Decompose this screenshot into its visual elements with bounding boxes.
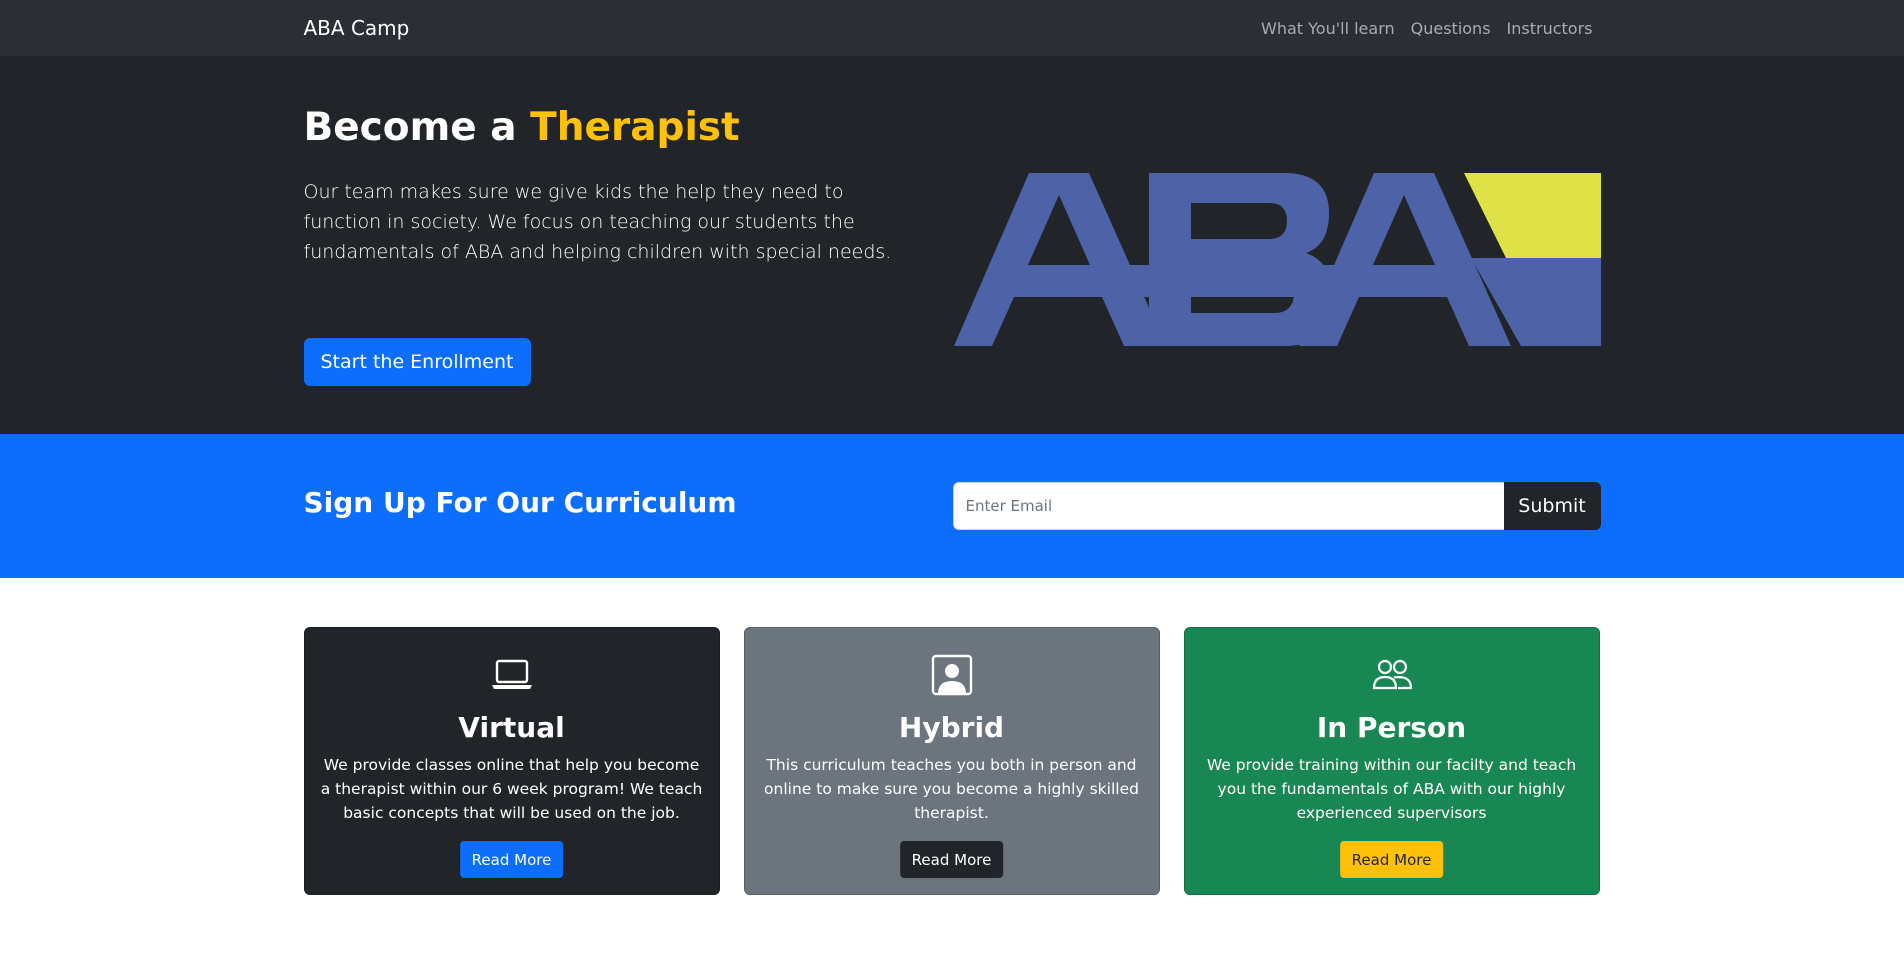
card-text: We provide classes online that help you … bbox=[320, 756, 703, 822]
nav-link-questions[interactable]: Questions bbox=[1411, 19, 1491, 38]
card-title: Virtual bbox=[458, 711, 565, 744]
hero-container: Become a Therapist Our team makes sure w… bbox=[303, 56, 1601, 434]
navbar: ABA Camp What You'll learn Questions Ins… bbox=[0, 0, 1904, 56]
aba-logo bbox=[953, 173, 1601, 346]
signup-form: Submit bbox=[952, 482, 1601, 530]
people-icon bbox=[1372, 659, 1412, 690]
hero-title-accent: Therapist bbox=[530, 105, 740, 150]
laptop-icon bbox=[491, 659, 532, 689]
nav-link-instructors[interactable]: Instructors bbox=[1507, 19, 1593, 38]
card-virtual: Virtual We provide classes online that h… bbox=[303, 627, 720, 895]
hero-title: Become a Therapist bbox=[304, 105, 740, 150]
card-in-person: In Person We provide training within our… bbox=[1183, 627, 1600, 895]
nav-links: What You'll learn Questions Instructors bbox=[1261, 19, 1592, 38]
email-input[interactable] bbox=[952, 482, 1504, 530]
hero-lead: Our team makes sure we give kids the hel… bbox=[303, 181, 892, 263]
card-text: This curriculum teaches you both in pers… bbox=[764, 756, 1139, 822]
read-more-button[interactable]: Read More bbox=[1339, 841, 1444, 878]
card-title: In Person bbox=[1316, 711, 1467, 744]
hero-title-text: Become a bbox=[303, 105, 531, 150]
hero-section: Become a Therapist Our team makes sure w… bbox=[0, 56, 1904, 434]
read-more-button[interactable]: Read More bbox=[899, 841, 1004, 878]
nav-link-what-youll-learn[interactable]: What You'll learn bbox=[1261, 19, 1395, 38]
signup-title: Sign Up For Our Curriculum bbox=[303, 486, 737, 519]
person-square-icon bbox=[931, 654, 972, 696]
navbar-container: ABA Camp What You'll learn Questions Ins… bbox=[304, 16, 1601, 40]
brand-link[interactable]: ABA Camp bbox=[304, 16, 410, 40]
cards-container: Virtual We provide classes online that h… bbox=[303, 578, 1601, 966]
card-text: We provide training within our facilty a… bbox=[1206, 756, 1577, 822]
submit-button[interactable]: Submit bbox=[1503, 482, 1601, 530]
cards-section: Virtual We provide classes online that h… bbox=[0, 578, 1904, 966]
card-hybrid: Hybrid This curriculum teaches you both … bbox=[743, 627, 1160, 895]
card-title: Hybrid bbox=[898, 711, 1005, 744]
signup-container: Sign Up For Our Curriculum Submit bbox=[304, 434, 1601, 578]
start-enrollment-button[interactable]: Start the Enrollment bbox=[303, 338, 531, 386]
read-more-button[interactable]: Read More bbox=[459, 841, 564, 878]
signup-section: Sign Up For Our Curriculum Submit bbox=[0, 434, 1904, 578]
